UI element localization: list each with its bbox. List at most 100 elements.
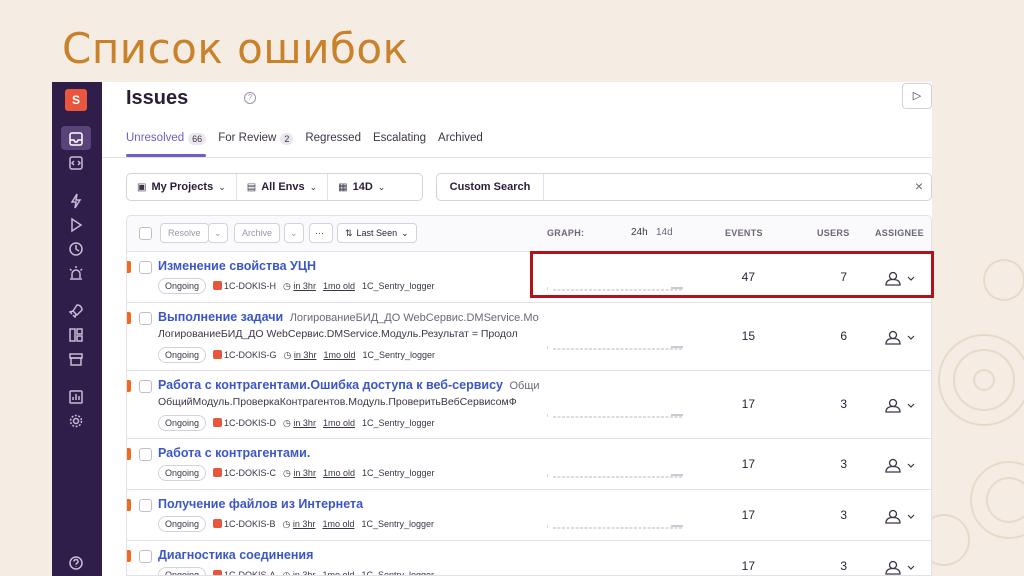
org-avatar[interactable]: S bbox=[65, 89, 87, 111]
assignee-selector[interactable] bbox=[883, 508, 919, 526]
short-id[interactable]: 1C-DOKIS-A bbox=[213, 570, 276, 575]
issue-row[interactable]: Диагностика соединения Ongoing 1C-DOKIS-… bbox=[127, 541, 931, 576]
issue-row[interactable]: Работа с контрагентами. Ongoing 1C-DOKIS… bbox=[127, 439, 931, 490]
issue-row[interactable]: Работа с контрагентами.Ошибка доступа к … bbox=[127, 371, 931, 439]
start-tour-button[interactable]: ▷ bbox=[902, 83, 932, 109]
project-filter-label: My Projects bbox=[151, 181, 214, 193]
last-seen-text: in 3hr bbox=[292, 569, 316, 576]
last-seen[interactable]: ◷ in 3hr bbox=[283, 519, 316, 530]
first-seen[interactable]: 1mo old bbox=[322, 570, 354, 575]
tab-label: Unresolved bbox=[126, 132, 185, 144]
first-seen[interactable]: 1mo old bbox=[322, 519, 354, 529]
first-seen[interactable]: 1mo old bbox=[323, 468, 355, 478]
select-all-checkbox[interactable] bbox=[139, 227, 152, 240]
stats-icon[interactable] bbox=[66, 386, 86, 406]
tab-archived[interactable]: Archived bbox=[438, 132, 483, 156]
issue-title-link[interactable]: Диагностика соединения bbox=[158, 548, 548, 562]
status-badge: Ongoing bbox=[158, 415, 207, 431]
period-24h[interactable]: 24h bbox=[631, 227, 648, 238]
period-14d[interactable]: 14d bbox=[656, 227, 673, 238]
settings-icon[interactable] bbox=[66, 410, 86, 430]
tab-regressed[interactable]: Regressed bbox=[305, 132, 361, 156]
archive-button[interactable]: Archive bbox=[234, 223, 281, 243]
assignee-selector[interactable] bbox=[883, 397, 919, 415]
assignee-selector[interactable] bbox=[883, 329, 919, 347]
status-badge: Ongoing bbox=[158, 465, 207, 481]
issue-checkbox[interactable] bbox=[139, 499, 152, 512]
code-icon[interactable] bbox=[66, 152, 86, 172]
siren-icon[interactable] bbox=[66, 262, 86, 282]
issue-checkbox[interactable] bbox=[139, 261, 152, 274]
chevron-down-icon: ⌄ bbox=[309, 181, 318, 192]
issue-meta: Ongoing 1C-DOKIS-G ◷ in 3hr 1mo old 1C_S… bbox=[158, 347, 435, 363]
search-bar[interactable]: Custom Search × bbox=[436, 173, 932, 201]
last-seen[interactable]: ◷ in 3hr bbox=[283, 570, 316, 576]
status-badge: Ongoing bbox=[158, 278, 207, 294]
tab-escalating[interactable]: Escalating bbox=[373, 132, 426, 156]
issue-message: ОбщийМодуль.ПроверкаКонтрагентов.Модуль.… bbox=[158, 396, 517, 408]
short-id[interactable]: 1C-DOKIS-D bbox=[213, 418, 276, 428]
play-icon[interactable] bbox=[66, 214, 86, 234]
first-seen[interactable]: 1mo old bbox=[323, 350, 355, 360]
issue-title-link[interactable]: Работа с контрагентами.Ошибка доступа к … bbox=[158, 378, 548, 392]
project-icon bbox=[213, 570, 223, 575]
environment-icon: ▤ bbox=[246, 181, 257, 193]
date-filter[interactable]: ▦ 14D ⌄ bbox=[328, 174, 395, 200]
close-icon[interactable]: × bbox=[915, 178, 923, 194]
level-marker bbox=[127, 380, 131, 392]
first-seen[interactable]: 1mo old bbox=[323, 418, 355, 428]
last-seen[interactable]: ◷ in 3hr bbox=[283, 418, 316, 429]
short-id-text: 1C-DOKIS-D bbox=[224, 418, 277, 428]
sort-label: Last Seen bbox=[356, 228, 398, 238]
assignee-selector[interactable] bbox=[883, 559, 919, 575]
issue-meta: Ongoing 1C-DOKIS-C ◷ in 3hr 1mo old 1C_S… bbox=[158, 465, 435, 481]
project-filter[interactable]: ▣ My Projects ⌄ bbox=[127, 174, 237, 200]
rocket-icon[interactable] bbox=[66, 300, 86, 320]
issue-row[interactable]: Получение файлов из Интернета Ongoing 1C… bbox=[127, 490, 931, 541]
issue-checkbox[interactable] bbox=[139, 448, 152, 461]
assignee-selector[interactable] bbox=[883, 457, 919, 475]
issue-checkbox[interactable] bbox=[139, 380, 152, 393]
history-icon[interactable] bbox=[66, 238, 86, 258]
level-marker bbox=[127, 550, 131, 562]
issue-meta: Ongoing 1C-DOKIS-H ◷ in 3hr 1mo old 1C_S… bbox=[158, 278, 435, 294]
issue-title-link[interactable]: Изменение свойства УЦН bbox=[158, 259, 548, 273]
status-badge: Ongoing bbox=[158, 347, 207, 363]
issue-title-link[interactable]: Работа с контрагентами. bbox=[158, 446, 548, 460]
issue-row[interactable]: Выполнение задачи ЛогированиеБИД_ДО WebС… bbox=[127, 303, 931, 371]
user-icon bbox=[885, 458, 915, 473]
custom-search-button[interactable]: Custom Search bbox=[437, 174, 544, 200]
project-icon bbox=[213, 519, 223, 528]
dashboard-icon[interactable] bbox=[66, 324, 86, 344]
environment-filter[interactable]: ▤ All Envs ⌄ bbox=[237, 174, 329, 200]
first-seen[interactable]: 1mo old bbox=[323, 281, 355, 291]
help-icon[interactable] bbox=[66, 552, 86, 572]
clock-icon: ◷ bbox=[283, 349, 292, 360]
tab-for-review[interactable]: For Review 2 bbox=[218, 132, 294, 156]
assignee-header: ASSIGNEE bbox=[875, 228, 924, 238]
sort-button[interactable]: ⇅ Last Seen ⌄ bbox=[337, 223, 417, 243]
last-seen[interactable]: ◷ in 3hr bbox=[284, 350, 317, 361]
short-id[interactable]: 1C-DOKIS-H bbox=[213, 281, 276, 291]
inbox-icon[interactable] bbox=[61, 126, 91, 150]
short-id[interactable]: 1C-DOKIS-C bbox=[213, 468, 276, 478]
question-icon[interactable]: ? bbox=[244, 92, 256, 104]
resolve-button[interactable]: Resolve bbox=[160, 223, 209, 243]
sidebar: S bbox=[52, 82, 102, 576]
issue-checkbox[interactable] bbox=[139, 312, 152, 325]
issue-title-link[interactable]: Выполнение задачи ЛогированиеБИД_ДО WebС… bbox=[158, 310, 548, 324]
archive-icon[interactable] bbox=[66, 348, 86, 368]
resolve-dropdown[interactable]: ⌄ bbox=[208, 223, 228, 243]
archive-dropdown[interactable]: ⌄ bbox=[284, 223, 304, 243]
user-icon bbox=[885, 330, 915, 345]
issue-checkbox[interactable] bbox=[139, 550, 152, 563]
last-seen[interactable]: ◷ in 3hr bbox=[283, 468, 316, 479]
events-header: EVENTS bbox=[725, 228, 763, 238]
alert-icon[interactable] bbox=[66, 190, 86, 210]
short-id[interactable]: 1C-DOKIS-B bbox=[213, 519, 276, 529]
last-seen[interactable]: ◷ in 3hr bbox=[283, 281, 316, 292]
issue-title-link[interactable]: Получение файлов из Интернета bbox=[158, 497, 548, 511]
more-actions-button[interactable]: ··· bbox=[309, 223, 333, 243]
tab-unresolved[interactable]: Unresolved 66 bbox=[126, 132, 207, 156]
short-id[interactable]: 1C-DOKIS-G bbox=[213, 350, 277, 360]
